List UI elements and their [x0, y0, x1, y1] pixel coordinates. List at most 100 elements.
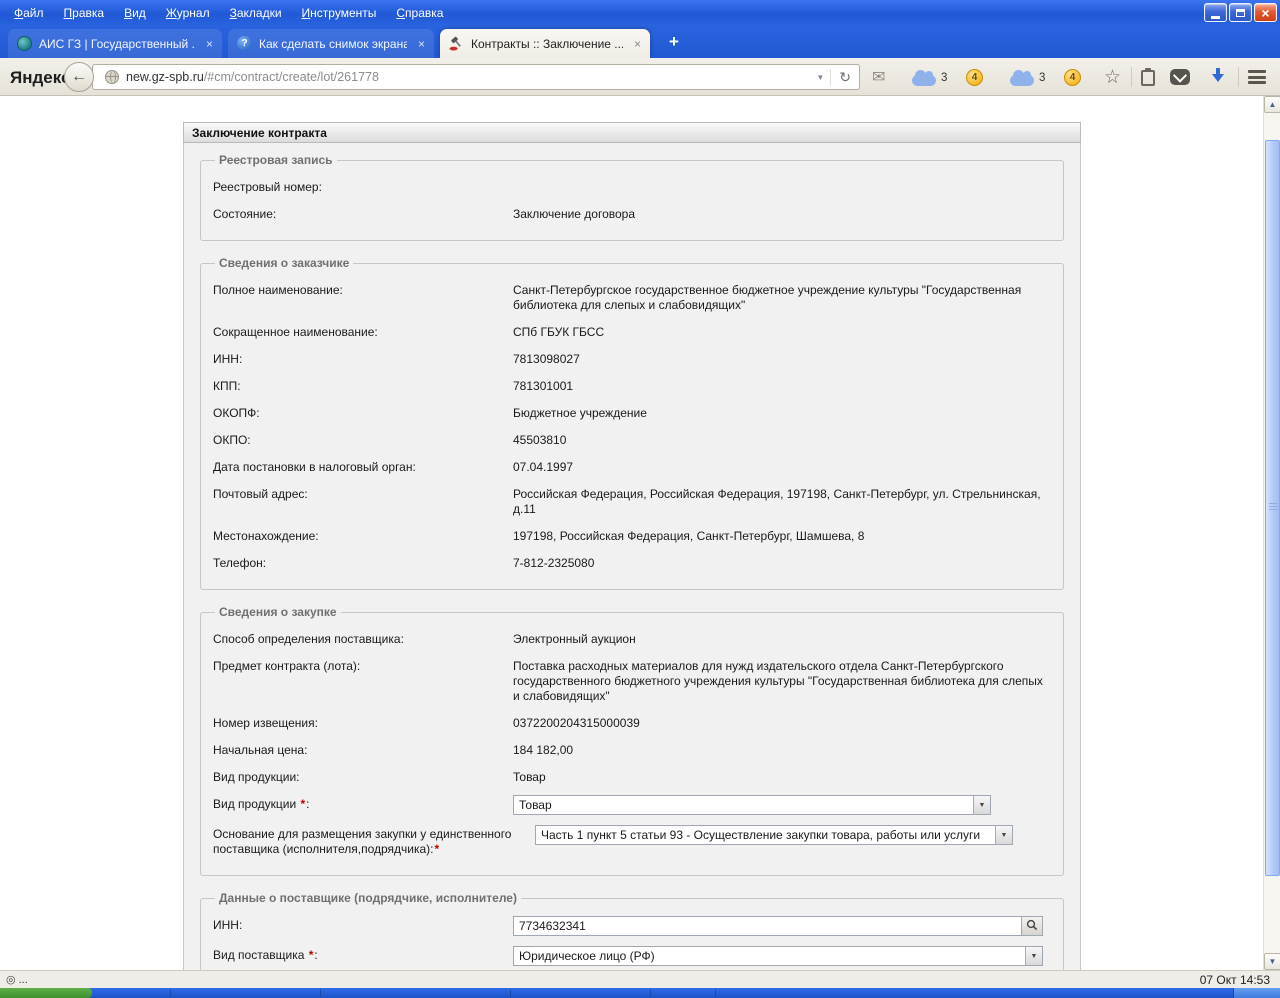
select-value: Юридическое лицо (РФ) [519, 948, 655, 963]
tab-label: Контракты :: Заключение ... [471, 36, 623, 51]
back-arrow-icon: ← [71, 68, 87, 85]
field-value: 184 182,00 [513, 743, 574, 757]
window-controls: × [1204, 3, 1277, 22]
field-label: ОКОПФ: [213, 406, 260, 420]
page-title: Заключение контракта [183, 122, 1081, 143]
field-value: Санкт-Петербургское государственное бюдж… [513, 283, 1022, 312]
select-field[interactable]: Юридическое лицо (РФ) ▼ [513, 946, 1043, 966]
tab-close-icon[interactable]: × [634, 37, 641, 51]
restore-button[interactable] [1229, 3, 1252, 22]
form-row: Вид продукции *: Товар ▼ [213, 794, 1051, 815]
section-2: Сведения о закупке Способ определения пос… [200, 605, 1064, 876]
new-tab-button[interactable]: + [660, 31, 688, 54]
field-label: Местонахождение: [213, 529, 319, 543]
vertical-scrollbar[interactable]: ▲ ▼ [1263, 96, 1280, 970]
tab-strip: АИС ГЗ | Государственный ... × ? Как сде… [0, 26, 1280, 58]
section-legend: Реестровая запись [219, 153, 333, 167]
section-0: Реестровая запись Реестровый номер: Состоя… [200, 153, 1064, 241]
tab-screenshot-help[interactable]: ? Как сделать снимок экрана ... × [228, 29, 434, 58]
menu-bookmarks[interactable]: Закладки [220, 2, 292, 24]
field-value: Товар ▼ [513, 794, 1051, 815]
tab-aisgz[interactable]: АИС ГЗ | Государственный ... × [8, 29, 222, 58]
chevron-down-icon[interactable]: ▼ [1025, 947, 1042, 965]
field-value: Российская Федерация, Российская Федерац… [513, 487, 1041, 516]
field-value: 781301001 [513, 379, 574, 393]
url-bar[interactable]: new.gz-spb.ru /#cm/contract/create/lot/2… [92, 64, 860, 90]
minimize-button[interactable] [1204, 3, 1227, 22]
inn-input[interactable] [513, 916, 1022, 936]
restore-icon [1236, 8, 1245, 17]
url-path: /#cm/contract/create/lot/261778 [203, 70, 379, 84]
yandex-elements-badge[interactable]: 4 [1064, 69, 1081, 86]
downloads-icon[interactable] [1212, 68, 1224, 84]
field-value: СПб ГБУК ГБСС [513, 325, 605, 339]
section-legend: Сведения о закупке [219, 605, 337, 619]
back-button[interactable]: ← [64, 62, 94, 92]
navigation-toolbar: Яндекс ← new.gz-spb.ru /#cm/contract/cre… [0, 58, 1280, 96]
field-label: Реестровый номер: [213, 180, 322, 194]
mail-icon[interactable]: ✉ [872, 67, 885, 87]
form-row: ИНН: [213, 915, 1051, 936]
select-field[interactable]: Часть 1 пункт 5 статьи 93 - Осуществлени… [535, 825, 1013, 845]
form-row: ОКПО: 45503810 [213, 430, 1051, 448]
select-field[interactable]: Товар ▼ [513, 795, 991, 815]
form-row: Номер извещения: 0372200204315000039 [213, 713, 1051, 731]
start-button[interactable] [0, 988, 92, 998]
form-row: Основание для размещения закупки у единс… [213, 824, 1051, 857]
scroll-down-icon[interactable]: ▼ [1264, 953, 1280, 970]
search-button[interactable] [1022, 916, 1043, 936]
form-row: ОКОПФ: Бюджетное учреждение [213, 403, 1051, 421]
required-asterisk: * [300, 797, 306, 811]
close-button[interactable]: × [1254, 3, 1277, 22]
yandex-elements-badge[interactable]: 4 [966, 69, 983, 86]
reload-icon[interactable]: ↻ [830, 68, 859, 86]
field-value: 197198, Российская Федерация, Санкт-Пете… [513, 529, 865, 543]
form-row: Почтовый адрес: Российская Федерация, Рос… [213, 484, 1051, 517]
aisgz-favicon-icon [17, 36, 32, 51]
field-label: Начальная цена: [213, 743, 308, 757]
field-value: Часть 1 пункт 5 статьи 93 - Осуществлени… [535, 824, 1051, 845]
chevron-down-icon[interactable]: ▼ [995, 826, 1012, 844]
form-row: Состояние: Заключение договора [213, 204, 1051, 222]
tab-contracts[interactable]: Контракты :: Заключение ... × [440, 29, 650, 58]
menu-view[interactable]: Вид [114, 2, 156, 24]
cloud-sync-icon[interactable] [912, 70, 936, 86]
cloud-count-badge: 3 [941, 72, 948, 84]
form-row: Предмет контракта (лота): Поставка расход… [213, 656, 1051, 704]
field-value: Юридическое лицо (РФ) ▼ [513, 945, 1051, 966]
field-value: 07.04.1997 [513, 460, 574, 474]
field-value: Заключение договора [513, 207, 636, 221]
menu-edit[interactable]: Правка [54, 2, 115, 24]
cloud-sync-icon[interactable] [1010, 70, 1034, 86]
clock: 07 Окт 14:53 [1199, 972, 1270, 987]
required-asterisk: * [434, 842, 440, 856]
section-legend: Сведения о заказчике [219, 256, 350, 270]
pocket-icon[interactable] [1170, 69, 1190, 85]
field-value: Поставка расходных материалов для нужд и… [513, 659, 1043, 703]
hamburger-menu-icon[interactable] [1248, 70, 1266, 84]
tab-close-icon[interactable]: × [206, 37, 213, 51]
menu-history[interactable]: Журнал [156, 2, 220, 24]
menu-help[interactable]: Справка [386, 2, 453, 24]
form-row: Местонахождение: 197198, Российская Федер… [213, 526, 1051, 544]
field-label: ИНН: [213, 918, 243, 932]
scrollbar-thumb[interactable] [1265, 140, 1280, 876]
windows-taskbar[interactable] [0, 988, 1280, 998]
url-dropdown-icon[interactable]: ▼ [810, 73, 830, 82]
toolbar-separator [1238, 67, 1239, 87]
field-label: Номер извещения: [213, 716, 318, 730]
tab-close-icon[interactable]: × [418, 37, 425, 51]
bookmark-star-icon[interactable]: ☆ [1104, 66, 1121, 89]
menu-file[interactable]: Файл [4, 2, 54, 24]
form-row: Способ определения поставщика: Электронны… [213, 629, 1051, 647]
menu-tools[interactable]: Инструменты [292, 2, 387, 24]
field-value: 7813098027 [513, 352, 580, 366]
form-row: Реестровый номер: [213, 177, 1051, 195]
form-row: Телефон: 7-812-2325080 [213, 553, 1051, 571]
scroll-up-icon[interactable]: ▲ [1264, 96, 1280, 113]
site-globe-icon [105, 70, 119, 84]
chevron-down-icon[interactable]: ▼ [973, 796, 990, 814]
form-row: Начальная цена: 184 182,00 [213, 740, 1051, 758]
window-titlebar: Файл Правка Вид Журнал Закладки Инструме… [0, 0, 1280, 26]
bookmarks-panel-icon[interactable] [1141, 68, 1155, 86]
